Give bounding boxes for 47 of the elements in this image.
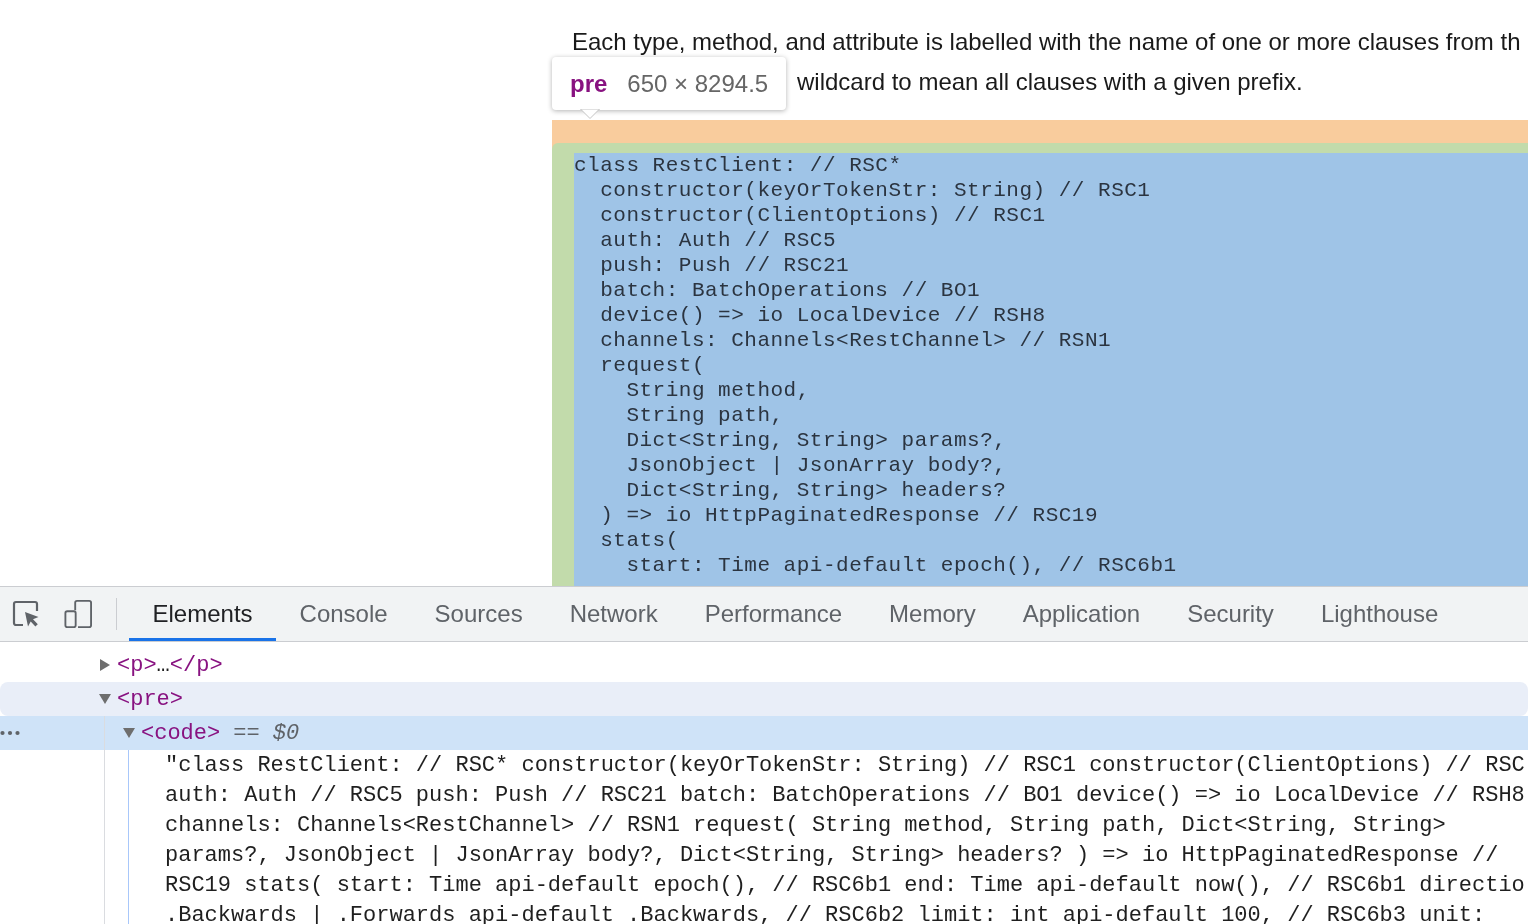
tree-row[interactable]: <pre> [0,682,1528,716]
expand-triangle-icon[interactable] [99,659,111,671]
device-icon [64,600,92,628]
code-line: batch: BatchOperations // BO1 [600,278,981,303]
code-line: Dict<String, String> headers? [626,478,1007,503]
devtools-tab[interactable]: Console [276,587,412,641]
code-line: String path, [626,403,784,428]
devtools-tab[interactable]: Performance [681,587,866,641]
tag-name: pre [570,69,608,98]
more-options-icon[interactable] [0,730,20,736]
devtools-tab[interactable]: Security [1163,587,1298,641]
paragraph-line: wildcard to mean all clauses with a given prefix. [797,68,1303,96]
code-line: push: Push // RSC21 [600,253,850,278]
tree-node-tag[interactable]: <code> [141,720,221,746]
element-size: 650 × 8294.5 [627,69,769,98]
code-line: ) => io HttpPaginatedResponse // RSC19 [600,503,1099,528]
devtools-tab[interactable]: Lighthouse [1297,587,1462,641]
tree-row[interactable]: <p>…</p> [0,648,1528,682]
collapse-triangle-icon[interactable] [99,693,111,705]
code-line: channels: Channels<RestChannel> // RSN1 [600,328,1112,353]
text-node-line: RSC19 stats( start: Time api-default epoch(), // RSC6b1 end: Time api-default now(), // RSC6b1 directio [165,872,1525,898]
code-line: device() => io LocalDevice // RSH8 [600,303,1046,328]
collapse-triangle-icon[interactable] [123,727,135,739]
code-line: Dict<String, String> params?, [626,428,1007,453]
code-line: String method, [626,378,810,403]
devtools-tab[interactable]: Memory [865,587,1000,641]
text-node-line: channels: Channels<RestChannel> // RSN1 request( String method, String path, Dict<String, String> [165,812,1446,838]
code-line: start: Time api-default epoch(), // RSC6b1 [626,553,1177,578]
devtools-tab[interactable]: Application [999,587,1164,641]
code-line: stats( [600,528,679,553]
code-line: request( [600,353,705,378]
paragraph-line: Each type, method, and attribute is labelled with the name of one or more clauses from th [572,28,1521,56]
code-line: auth: Auth // RSC5 [600,228,837,253]
devtools-tab[interactable]: Sources [411,587,547,641]
text-node-line: "class RestClient: // RSC* constructor(keyOrTokenStr: String) // RSC1 constructor(ClientOptions) // RSC [165,752,1525,778]
code-line: constructor(keyOrTokenStr: String) // RSC1 [600,178,1151,203]
tree-node-tag[interactable]: <pre> [117,686,183,712]
code-line: class RestClient: // RSC* [574,153,902,178]
code-line: JsonObject | JsonArray body?, [626,453,1007,478]
text-node-line: auth: Auth // RSC5 push: Push // RSC21 batch: BatchOperations // BO1 device() => io LocalDevice // RSH8 [165,782,1525,808]
selected-node-marker: == $0 [233,720,300,746]
devtools-tab[interactable]: Network [546,587,682,641]
code-line: constructor(ClientOptions) // RSC1 [600,203,1046,228]
inspect-icon [12,600,40,628]
tree-row[interactable]: <code> == $0 [0,716,1528,750]
tree-node-tag[interactable]: <p>…</p> [117,652,223,678]
text-node-line: params?, JsonObject | JsonArray body?, Dict<String, String> headers? ) => io HttpPaginatedResponse // [165,842,1499,868]
